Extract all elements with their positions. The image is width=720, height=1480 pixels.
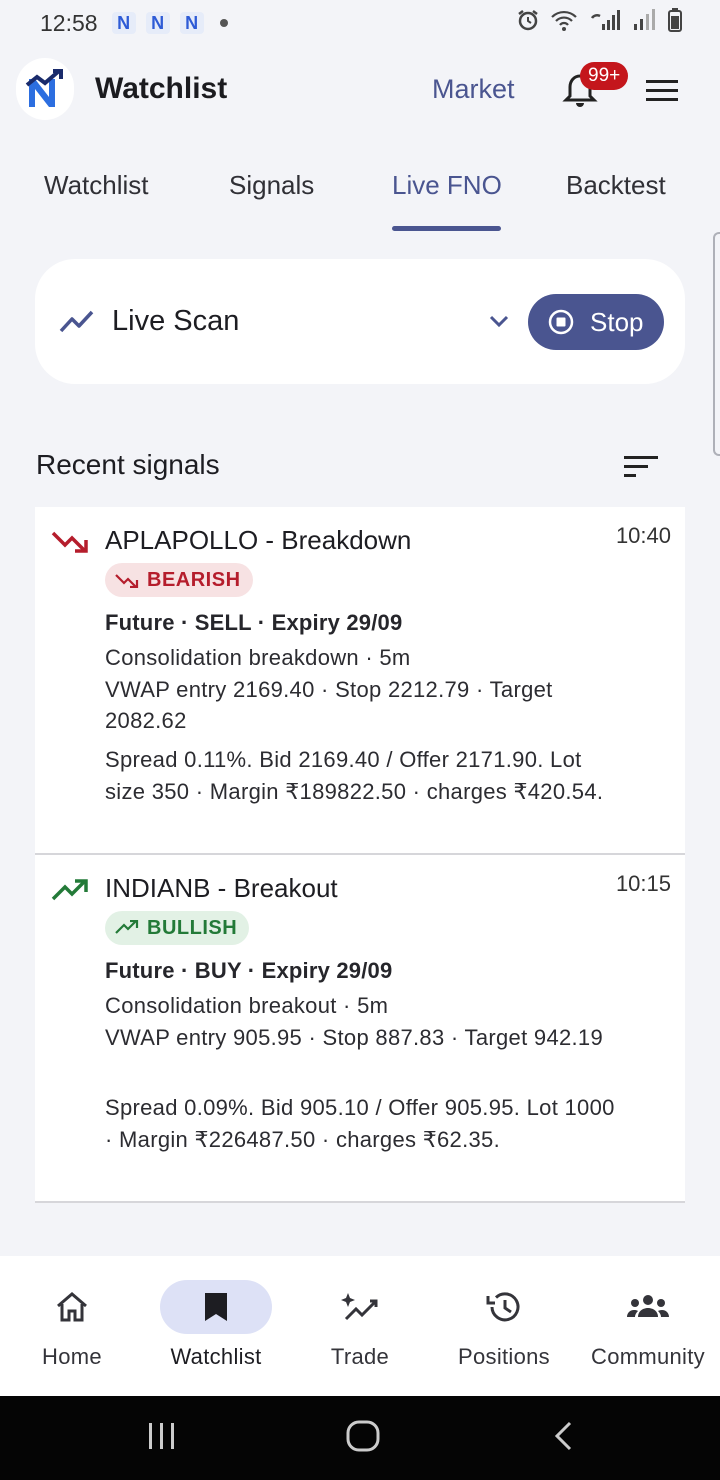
stop-label: Stop bbox=[590, 306, 644, 337]
home-button-icon[interactable] bbox=[346, 1420, 380, 1452]
signal-icon bbox=[590, 10, 620, 30]
trending-up-icon bbox=[115, 920, 139, 934]
stop-button[interactable]: Stop bbox=[528, 294, 664, 350]
nav-watchlist[interactable]: Watchlist bbox=[144, 1256, 288, 1396]
signal-levels: VWAP entry 905.95 · Stop 887.83 · Target… bbox=[105, 1024, 604, 1050]
scan-mode-label[interactable]: Live Scan bbox=[112, 305, 239, 338]
status-indicators bbox=[516, 8, 682, 32]
chip-label: BEARISH bbox=[147, 568, 241, 591]
trending-up-icon bbox=[51, 879, 88, 901]
wifi-icon bbox=[551, 10, 577, 31]
status-app-icon: N bbox=[179, 12, 204, 34]
nav-label: Watchlist bbox=[170, 1344, 262, 1369]
signal-2-icon bbox=[634, 9, 655, 30]
tab-live-fno[interactable]: Live FNO bbox=[392, 170, 502, 201]
app-logo[interactable] bbox=[16, 58, 74, 120]
bookmark-icon bbox=[205, 1293, 227, 1321]
live-scan-card: Live Scan Stop bbox=[35, 259, 685, 384]
sparkle-chart-icon bbox=[341, 1293, 378, 1321]
tab-watchlist[interactable]: Watchlist bbox=[44, 170, 149, 201]
market-link[interactable]: Market bbox=[432, 74, 515, 105]
tab-bar: Watchlist Signals Live FNO Backtest bbox=[0, 160, 720, 232]
history-icon bbox=[486, 1292, 520, 1322]
trending-down-icon bbox=[51, 531, 88, 553]
stop-icon bbox=[548, 309, 574, 335]
signal-list: APLAPOLLO - Breakdown 10:40 BEARISH Futu… bbox=[35, 507, 685, 1203]
alarm-icon bbox=[518, 10, 538, 31]
signal-card[interactable]: APLAPOLLO - Breakdown 10:40 BEARISH Futu… bbox=[35, 507, 685, 855]
signal-meta: Future · BUY · Expiry 29/09 bbox=[105, 958, 393, 983]
signal-title: APLAPOLLO - Breakdown bbox=[105, 525, 412, 555]
status-time: 12:58 bbox=[40, 9, 98, 36]
chevron-down-icon[interactable] bbox=[487, 309, 511, 333]
status-app-icon: N bbox=[111, 12, 136, 34]
nav-positions[interactable]: Positions bbox=[432, 1256, 576, 1396]
nav-icon-wrap bbox=[304, 1280, 416, 1334]
status-bar: 12:58 N N N bbox=[0, 0, 720, 46]
signal-pattern: Consolidation breakdown · 5m bbox=[105, 645, 411, 670]
signal-time: 10:40 bbox=[615, 523, 671, 548]
battery-icon bbox=[668, 8, 682, 32]
app-title: Watchlist bbox=[95, 72, 228, 105]
tab-backtest[interactable]: Backtest bbox=[566, 170, 666, 201]
logo-icon bbox=[25, 69, 63, 107]
signal-card[interactable]: INDIANB - Breakout 10:15 BULLISH Future … bbox=[35, 855, 685, 1203]
nav-icon-wrap bbox=[16, 1280, 128, 1334]
nav-trade[interactable]: Trade bbox=[288, 1256, 432, 1396]
notification-badge: 99+ bbox=[580, 62, 629, 90]
signal-description: Consolidation breakdown · 5m VWAP entry … bbox=[105, 642, 625, 737]
scroll-edge-indicator bbox=[713, 232, 720, 456]
nav-label: Home bbox=[42, 1344, 102, 1369]
nav-label: Trade bbox=[330, 1344, 390, 1369]
hamburger-menu-icon[interactable] bbox=[646, 80, 678, 102]
bullish-chip: BULLISH bbox=[105, 911, 250, 945]
trend-line-icon bbox=[59, 310, 94, 333]
home-icon bbox=[57, 1292, 87, 1322]
nav-label: Positions bbox=[458, 1344, 550, 1369]
signal-spread: Spread 0.11%. Bid 2169.40 / Offer 2171.9… bbox=[105, 747, 604, 804]
status-app-icon: N bbox=[145, 12, 170, 34]
nav-home[interactable]: Home bbox=[0, 1256, 144, 1396]
bottom-nav: Home Watchlist Trade Positions Community bbox=[0, 1256, 720, 1396]
system-nav-bar bbox=[0, 1396, 720, 1480]
nav-icon-wrap bbox=[160, 1280, 272, 1334]
recent-apps-icon[interactable] bbox=[146, 1420, 178, 1452]
back-icon[interactable] bbox=[552, 1420, 576, 1452]
tab-signals[interactable]: Signals bbox=[229, 170, 314, 201]
nav-label: Community bbox=[591, 1344, 705, 1369]
nav-icon-wrap bbox=[592, 1280, 704, 1334]
status-dot-icon bbox=[219, 19, 228, 27]
signal-levels: VWAP entry 2169.40 · Stop 2212.79 · Targ… bbox=[105, 676, 553, 734]
trending-down-icon bbox=[115, 574, 139, 588]
nav-icon-wrap bbox=[448, 1280, 560, 1334]
app-header: Watchlist Market 99+ bbox=[0, 54, 720, 130]
nav-community[interactable]: Community bbox=[576, 1256, 720, 1396]
section-title: Recent signals bbox=[36, 449, 220, 480]
signal-time: 10:15 bbox=[615, 871, 671, 896]
signal-title: INDIANB - Breakout bbox=[105, 873, 338, 903]
people-icon bbox=[627, 1295, 669, 1317]
active-tab-indicator bbox=[392, 226, 501, 231]
chip-label: BULLISH bbox=[147, 916, 238, 939]
signal-description: Consolidation breakout · 5m VWAP entry 9… bbox=[105, 990, 625, 1053]
sort-icon[interactable] bbox=[624, 454, 658, 480]
bearish-chip: BEARISH bbox=[105, 563, 253, 597]
signal-spread: Spread 0.09%. Bid 905.10 / Offer 905.95.… bbox=[105, 1095, 615, 1152]
signal-pattern: Consolidation breakout · 5m bbox=[105, 993, 389, 1018]
signal-meta: Future · SELL · Expiry 29/09 bbox=[105, 610, 403, 635]
